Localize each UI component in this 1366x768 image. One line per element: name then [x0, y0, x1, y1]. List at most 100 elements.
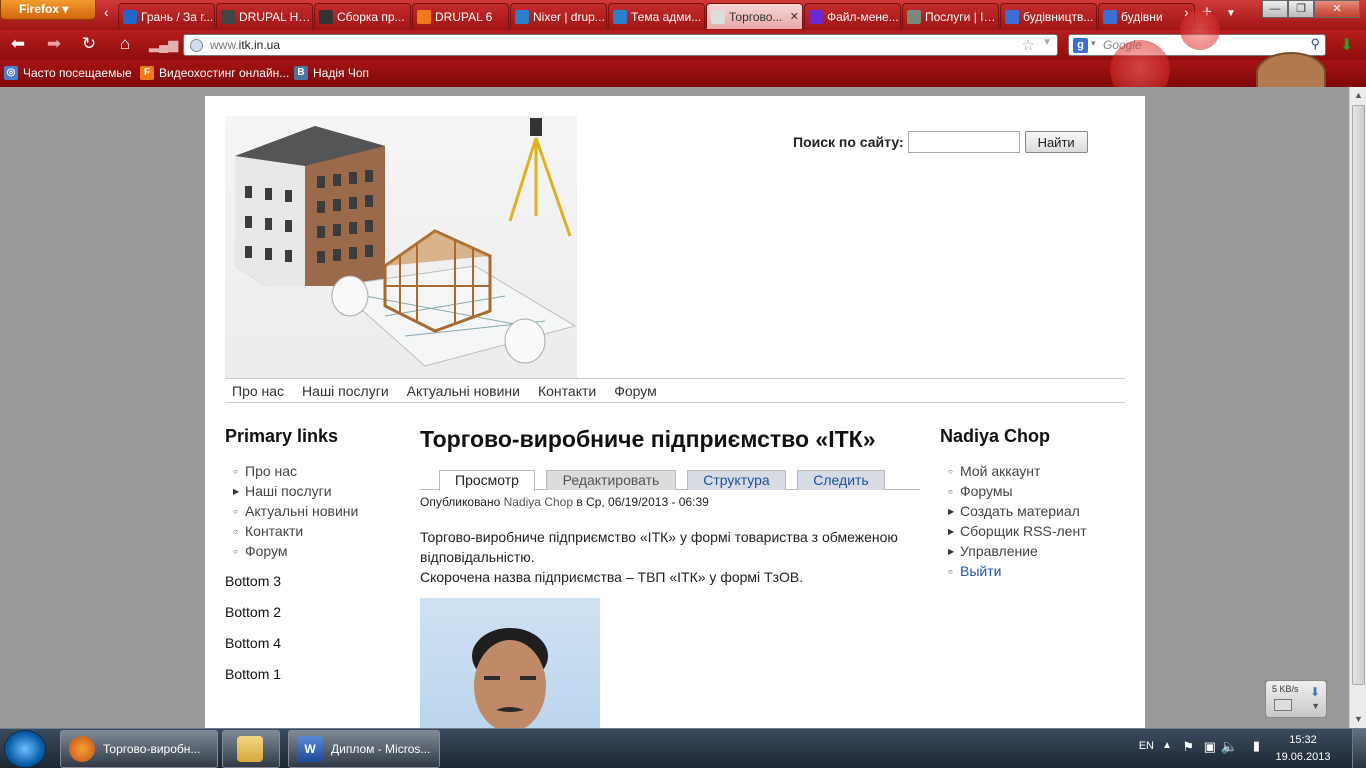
forward-icon[interactable]: ➡: [42, 34, 66, 54]
node-submitted: Опубликовано Nadiya Chop в Ср, 06/19/201…: [420, 495, 920, 509]
scroll-down-icon[interactable]: ▼: [1350, 711, 1366, 728]
drive-icon: [1274, 699, 1292, 711]
minimize-button[interactable]: —: [1262, 0, 1288, 18]
browser-tab[interactable]: Файл-мене...: [804, 3, 901, 29]
site-search-input[interactable]: [907, 131, 1020, 153]
bookmark-nadia-chop[interactable]: B Надія Чоп: [294, 66, 369, 80]
list-all-tabs-icon[interactable]: ▼: [1226, 8, 1236, 19]
tab-favicon-icon: [711, 9, 725, 24]
right-sidebar: Nadiya Chop ○ Мой аккаунт ○ Форумы ▶ Создать …: [940, 426, 1140, 581]
tab-scroll-left-icon[interactable]: ‹: [104, 4, 109, 20]
f-logo-icon: F: [140, 66, 154, 80]
magnifier-icon[interactable]: ⚲: [1310, 36, 1320, 52]
bottom-link[interactable]: Bottom 4: [225, 627, 405, 658]
primary-menu-item[interactable]: Актуальні новини: [407, 383, 520, 399]
bottom-link[interactable]: Bottom 1: [225, 658, 405, 689]
site-search-form: Поиск по сайту: Найти: [793, 131, 1088, 153]
maximize-button[interactable]: ❐: [1288, 0, 1314, 18]
scrollbar-thumb[interactable]: [1352, 105, 1365, 685]
show-desktop-button[interactable]: [1352, 729, 1366, 768]
primary-menu-item[interactable]: Контакти: [538, 383, 596, 399]
taskbar-firefox[interactable]: Торгово-виробн...: [60, 730, 218, 768]
clock-date[interactable]: 19.06.2013: [1268, 751, 1338, 763]
primary-menu-item[interactable]: Про нас: [232, 383, 284, 399]
volume-icon[interactable]: 🔈: [1221, 738, 1238, 755]
close-window-button[interactable]: ✕: [1314, 0, 1360, 18]
vertical-scrollbar[interactable]: ▲ ▼: [1349, 87, 1366, 728]
tab-edit[interactable]: Редактировать: [546, 470, 676, 490]
primary-menu-item[interactable]: Наші послуги: [302, 383, 389, 399]
site-search-button[interactable]: Найти: [1024, 131, 1088, 153]
bottom-link[interactable]: Bottom 2: [225, 596, 405, 627]
folder-icon: [237, 736, 263, 762]
tab-favicon-icon: [319, 9, 333, 24]
home-icon[interactable]: ⌂: [113, 34, 137, 54]
browser-tab[interactable]: будівництв...: [1000, 3, 1097, 29]
menu-item[interactable]: ○ Форум: [233, 541, 405, 561]
tab-title: Nixer | drup...: [533, 9, 605, 24]
bookmark-video-hosting[interactable]: F Видеохостинг онлайн...: [140, 66, 289, 80]
power-icon[interactable]: ▮: [1253, 738, 1260, 754]
download-speed-widget[interactable]: 5 KB/s ⬇ ▼: [1265, 680, 1327, 718]
address-bar[interactable]: www.itk.in.ua ☆ ▼: [183, 34, 1058, 56]
firefox-menu-label: Firefox: [19, 2, 60, 16]
language-indicator[interactable]: EN: [1139, 740, 1154, 752]
menu-item[interactable]: ▶ Управление: [948, 541, 1140, 561]
menu-item-label: Создать материал: [960, 503, 1080, 519]
taskbar-word[interactable]: W Диплом - Micros...: [288, 730, 440, 768]
menu-item[interactable]: ○ Форумы: [948, 481, 1140, 501]
bottom-link[interactable]: Bottom 3: [225, 565, 405, 596]
browser-tab[interactable]: Торгово... ✕: [706, 3, 803, 29]
menu-item[interactable]: ▶ Наші послуги: [233, 481, 405, 501]
menu-item[interactable]: ▶ Создать материал: [948, 501, 1140, 521]
show-hidden-icons-icon[interactable]: ▲: [1162, 740, 1172, 751]
node-title: Торгово-виробниче підприємство «ІТК»: [420, 426, 876, 452]
google-icon[interactable]: g: [1073, 38, 1088, 53]
download-arrow-icon[interactable]: ⬇: [1340, 35, 1353, 55]
close-tab-icon[interactable]: ✕: [790, 10, 799, 23]
firefox-menu-button[interactable]: Firefox ▾: [0, 0, 96, 20]
menu-item[interactable]: ○ Выйти: [948, 561, 1140, 581]
menu-item[interactable]: ○ Мой аккаунт: [948, 461, 1140, 481]
bookmark-most-visited[interactable]: ◎ Часто посещаемые: [4, 66, 132, 80]
primary-links-title: Primary links: [225, 426, 339, 446]
network-icon[interactable]: ▣: [1204, 739, 1216, 755]
url-prefix: www.: [210, 38, 239, 52]
primary-menu-item[interactable]: Форум: [614, 383, 657, 399]
browser-tab[interactable]: DRUPAL 6: [412, 3, 509, 29]
url-history-dropdown-icon[interactable]: ▼: [1042, 37, 1052, 48]
tab-structure[interactable]: Структура: [687, 470, 786, 490]
scroll-up-icon[interactable]: ▲: [1350, 87, 1366, 104]
menu-item-label: Управление: [960, 543, 1038, 559]
tab-view[interactable]: Просмотр: [439, 470, 535, 491]
collapsed-arrow-icon: ▶: [948, 546, 955, 556]
browser-tab[interactable]: DRUPAL НА...: [216, 3, 313, 29]
bullet-circle-icon: ○: [233, 526, 238, 536]
tab-title: DRUPAL НА...: [239, 9, 312, 24]
taskbar-explorer[interactable]: [222, 730, 280, 768]
browser-tab[interactable]: Nixer | drup...: [510, 3, 607, 29]
engine-dropdown-icon[interactable]: ▾: [1091, 38, 1096, 49]
expand-arrow-icon[interactable]: ▼: [1311, 701, 1320, 711]
menu-item[interactable]: ○ Актуальні новини: [233, 501, 405, 521]
menu-item[interactable]: ○ Контакти: [233, 521, 405, 541]
body-paragraph: Торгово-виробниче підприємство «ІТК» у ф…: [420, 529, 898, 565]
start-button[interactable]: [4, 730, 46, 768]
menu-item[interactable]: ○ Про нас: [233, 461, 405, 481]
flag-icon[interactable]: ⚑: [1182, 739, 1194, 755]
signal-bars-icon[interactable]: ▂▄▆: [149, 37, 178, 53]
browser-tab[interactable]: Тема адми...: [608, 3, 705, 29]
back-icon[interactable]: ⬅: [6, 34, 30, 54]
author-link[interactable]: Nadiya Chop: [504, 495, 573, 509]
site-logo-image[interactable]: [225, 116, 577, 378]
menu-item[interactable]: ▶ Сборщик RSS-лент: [948, 521, 1140, 541]
browser-tab[interactable]: Сборка пр...: [314, 3, 411, 29]
clock-time[interactable]: 15:32: [1278, 734, 1328, 746]
tab-follow[interactable]: Следить: [797, 470, 885, 490]
bookmark-star-icon[interactable]: ☆: [1022, 36, 1035, 54]
tab-favicon-icon: [1005, 9, 1019, 24]
reload-icon[interactable]: ↻: [77, 34, 101, 54]
browser-tab[interactable]: Послуги | ITK: [902, 3, 999, 29]
bullet-circle-icon: ○: [948, 566, 953, 576]
browser-tab[interactable]: Грань / За г...: [118, 3, 215, 29]
